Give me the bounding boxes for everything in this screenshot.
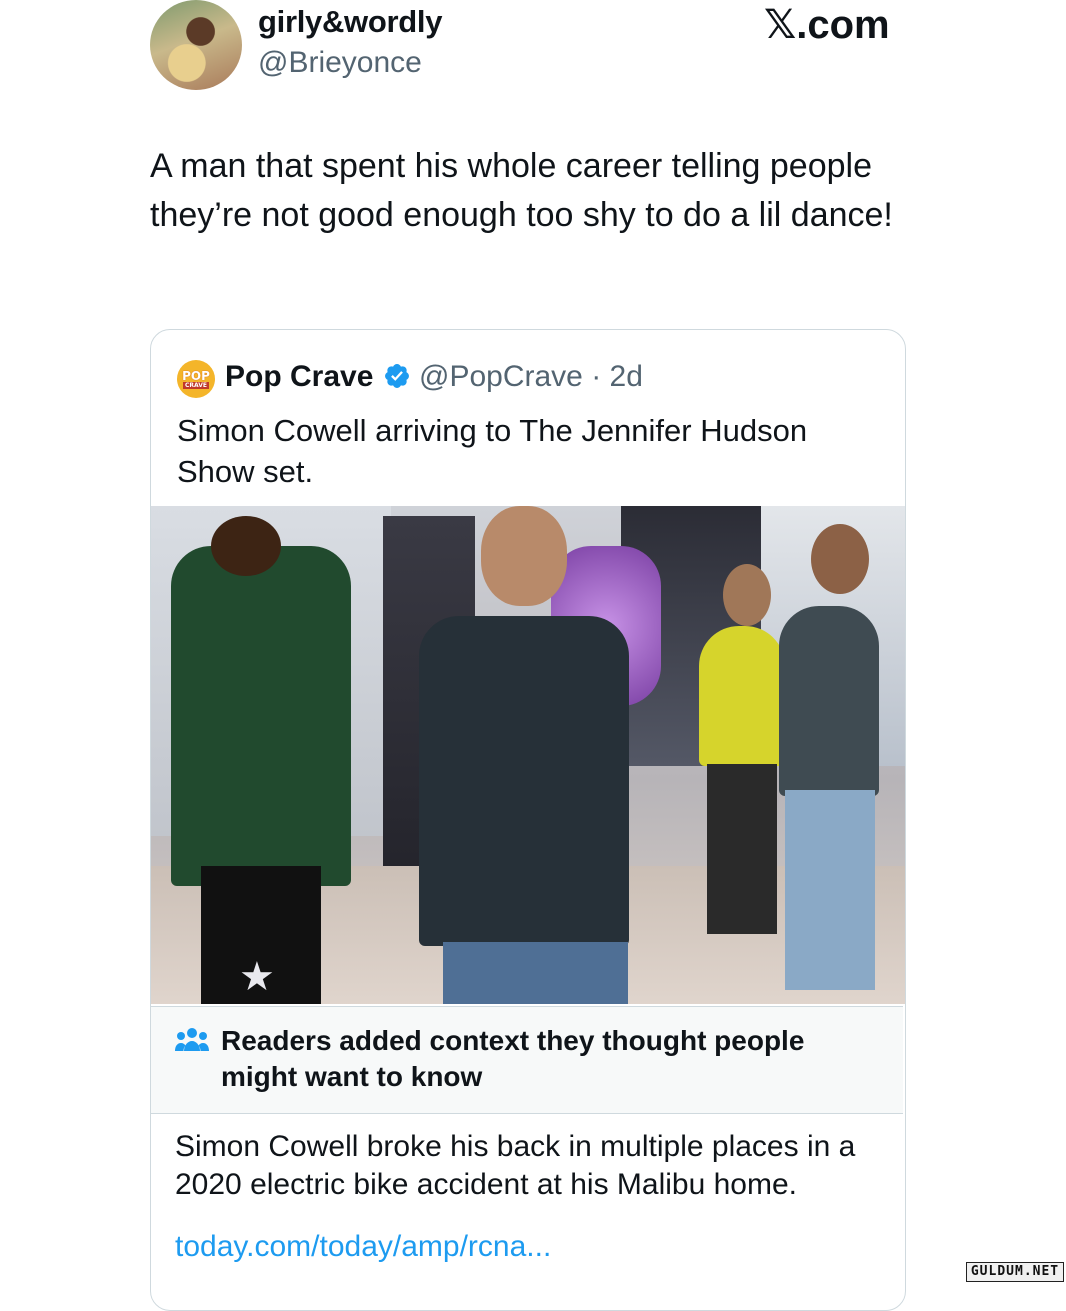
star-icon: ★: [239, 954, 275, 1000]
author-name[interactable]: girly&wordly: [258, 4, 442, 40]
site-suffix: .com: [796, 3, 890, 47]
person-right-legs: [785, 790, 875, 990]
person-center-legs: [443, 942, 628, 1004]
author-handle[interactable]: @Brieyonce: [258, 46, 422, 80]
person-yellow-shirt: [699, 626, 785, 766]
watermark: GULDUM.NET: [966, 1262, 1064, 1282]
community-note-link[interactable]: today.com/today/amp/rcna...: [175, 1230, 551, 1264]
quoted-tweet-text: Simon Cowell arriving to The Jennifer Hu…: [177, 413, 808, 489]
person-center: [419, 616, 629, 946]
quoted-author-handle-time[interactable]: @PopCrave · 2d: [419, 360, 643, 394]
pop-crave-logo-top: POP: [182, 368, 210, 383]
x-com-logo: 𝕏.com: [764, 2, 890, 48]
person-dancer-left-head: [211, 516, 281, 576]
community-note-header: Readers added context they thought peopl…: [151, 1006, 903, 1114]
community-note-title: Readers added context they thought peopl…: [221, 1025, 805, 1092]
person-right: [779, 606, 879, 796]
quoted-tweet-card[interactable]: POP CRAVE Pop Crave @PopCrave · 2d Simon…: [150, 329, 906, 1311]
pop-crave-logo-bottom: CRAVE: [182, 381, 209, 389]
x-logo-icon: 𝕏: [764, 2, 797, 48]
person-center-head: [481, 506, 567, 606]
author-avatar[interactable]: [150, 0, 242, 90]
person-yellow-shirt-head: [723, 564, 771, 626]
tweet-text: A man that spent his whole career tellin…: [150, 147, 893, 234]
person-yellow-shirt-legs: [707, 764, 777, 934]
video-thumbnail[interactable]: ★: [151, 506, 905, 1004]
person-dancer-left: [171, 546, 351, 886]
people-icon: [175, 1028, 209, 1051]
pop-crave-avatar[interactable]: POP CRAVE: [177, 360, 215, 398]
quoted-author-name[interactable]: Pop Crave: [225, 360, 373, 394]
person-right-head: [811, 524, 869, 594]
community-note-body: Simon Cowell broke his back in multiple …: [175, 1130, 856, 1201]
verified-badge-icon: [385, 364, 409, 388]
